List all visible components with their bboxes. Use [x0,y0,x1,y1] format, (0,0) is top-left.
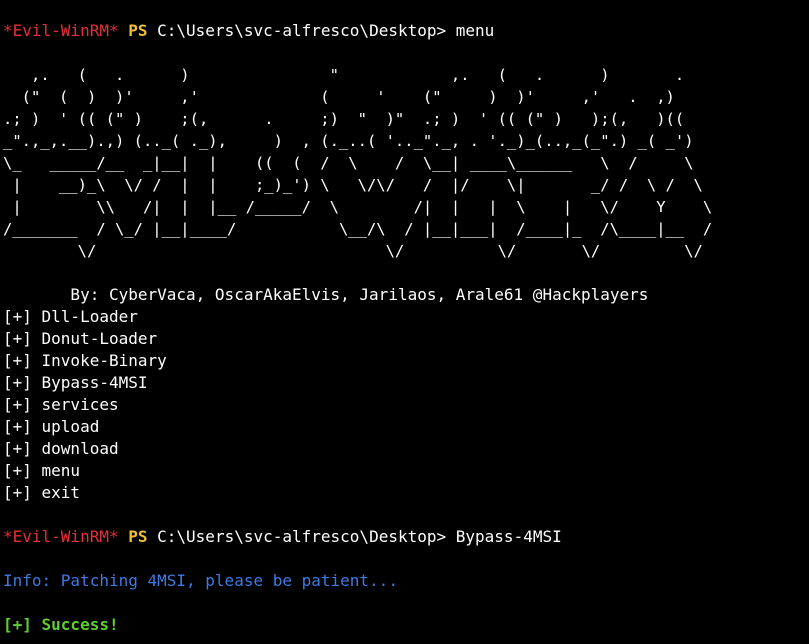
banner-line: \_ _____/__ _|__| | (( ( / \ / \__| ____… [3,154,694,172]
ascii-banner: ,. ( . ) " ,. ( . ) . (" ( ) )' ,' ( ' (… [3,64,809,262]
menu-item: [+] Donut-Loader [3,329,158,348]
prompt-line-1: *Evil-WinRM* PS C:\Users\svc-alfresco\De… [3,20,809,42]
banner-line: \/ \/ \/ \/ \/ [3,242,703,260]
prompt-line-2: *Evil-WinRM* PS C:\Users\svc-alfresco\De… [3,526,809,548]
prompt-path: C:\Users\svc-alfresco\Desktop> [157,21,447,40]
banner-line: (" ( ) )' ,' ( ' (" ) )' ,' . ,) [3,88,675,106]
banner-line: _".,_,.__).,) (.._( ._), ) , (._..( '.._… [3,132,694,150]
evil-winrm-tag: *Evil-WinRM* [3,527,119,546]
menu-item: [+] Invoke-Binary [3,351,167,370]
prompt-path: C:\Users\svc-alfresco\Desktop> [157,527,447,546]
banner-line: | \\ /| | |__ /_____/ \ /| | | \ | \/ Y … [3,198,713,216]
menu-item: [+] services [3,395,119,414]
banner-line: .; ) ' (( (" ) ;(, . ;) " )" .; ) ' (( (… [3,110,685,128]
banner-line: | __)_\ \/ / | | ;_)_') \ \/\/ / |/ \| _… [3,176,703,194]
ps-label: PS [128,21,148,40]
menu-item: [+] exit [3,483,81,502]
menu-list: [+] Dll-Loader [+] Donut-Loader [+] Invo… [3,306,809,504]
success-message: [+] Success! [3,615,119,634]
command-text: Bypass-4MSI [455,527,562,546]
command-text: menu [455,21,495,40]
menu-item: [+] Bypass-4MSI [3,373,148,392]
credits-line: By: CyberVaca, OscarAkaElvis, Jarilaos, … [3,285,649,304]
ps-label: PS [128,527,148,546]
menu-item: [+] download [3,439,119,458]
menu-item: [+] upload [3,417,100,436]
banner-line: /_______ / \_/ |__|____/ \__/\ / |__|___… [3,220,713,238]
info-message: Info: Patching 4MSI, please be patient..… [3,571,398,590]
evil-winrm-tag: *Evil-WinRM* [3,21,119,40]
menu-item: [+] Dll-Loader [3,307,138,326]
banner-line: ,. ( . ) " ,. ( . ) . [3,66,685,84]
menu-item: [+] menu [3,461,81,480]
terminal-window[interactable]: *Evil-WinRM* PS C:\Users\svc-alfresco\De… [0,0,809,644]
